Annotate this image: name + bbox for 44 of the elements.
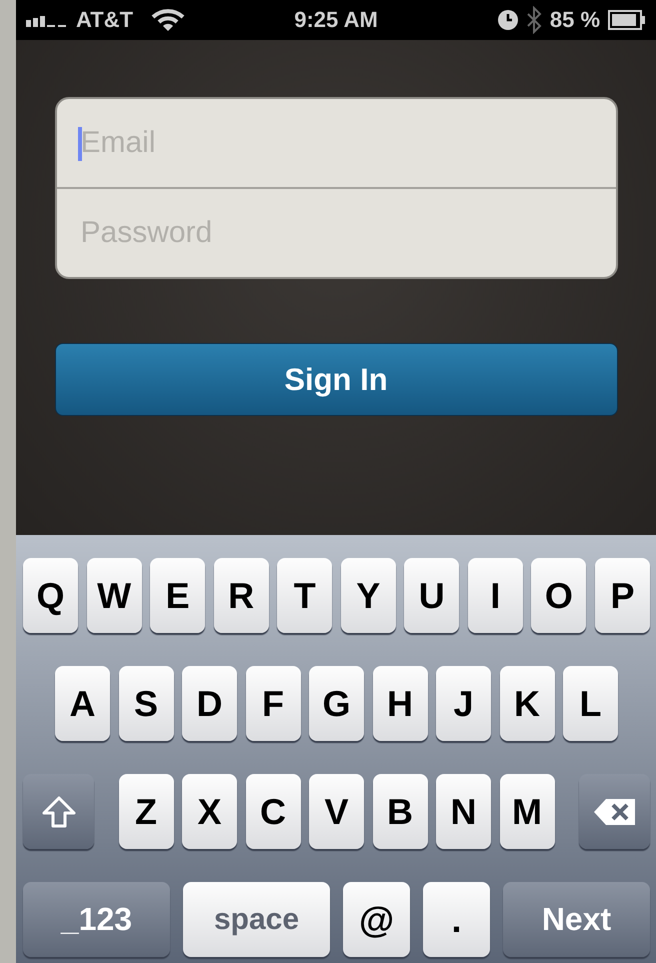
key[interactable]: K xyxy=(500,666,554,741)
key[interactable]: S xyxy=(118,666,174,741)
key[interactable]: . xyxy=(423,882,490,957)
key[interactable]: H xyxy=(372,666,428,741)
key[interactable]: R xyxy=(214,558,269,633)
key[interactable]: D xyxy=(182,666,237,741)
key[interactable]: Z xyxy=(118,774,174,849)
bluetooth-icon xyxy=(526,6,542,34)
key[interactable]: X xyxy=(182,774,237,849)
key[interactable]: L xyxy=(563,666,618,741)
shift-icon xyxy=(40,794,76,830)
key[interactable]: F xyxy=(246,666,300,741)
key[interactable]: Q xyxy=(23,558,78,633)
next-key[interactable]: Next xyxy=(503,882,650,957)
sign-in-button[interactable]: Sign In xyxy=(54,343,618,416)
shift-key[interactable] xyxy=(23,774,94,849)
key[interactable]: V xyxy=(309,774,364,849)
key[interactable]: T xyxy=(277,558,332,633)
space-key[interactable]: space xyxy=(183,882,330,957)
key[interactable]: I xyxy=(468,558,523,633)
key[interactable]: N xyxy=(436,774,491,849)
key[interactable]: C xyxy=(246,774,300,849)
numbers-key[interactable]: _123 xyxy=(23,882,170,957)
key[interactable]: B xyxy=(372,774,428,849)
key[interactable]: J xyxy=(436,666,491,741)
key[interactable]: G xyxy=(309,666,364,741)
wifi-icon xyxy=(151,8,186,32)
key[interactable]: P xyxy=(594,558,650,633)
battery-icon xyxy=(608,10,646,30)
clock: 9:25 AM xyxy=(294,7,378,33)
delete-icon xyxy=(592,796,638,826)
key[interactable]: O xyxy=(531,558,586,633)
key[interactable]: E xyxy=(150,558,206,633)
key[interactable]: M xyxy=(500,774,554,849)
key[interactable]: Y xyxy=(340,558,396,633)
key[interactable]: A xyxy=(55,666,110,741)
signal-icon xyxy=(26,13,68,27)
key[interactable]: W xyxy=(86,558,142,633)
battery-percentage: 85 % xyxy=(550,7,600,33)
key[interactable]: @ xyxy=(343,882,410,957)
alarm-clock-icon xyxy=(498,10,518,30)
delete-key[interactable] xyxy=(579,774,650,849)
carrier: AT&T xyxy=(76,7,134,33)
key[interactable]: U xyxy=(404,558,460,633)
